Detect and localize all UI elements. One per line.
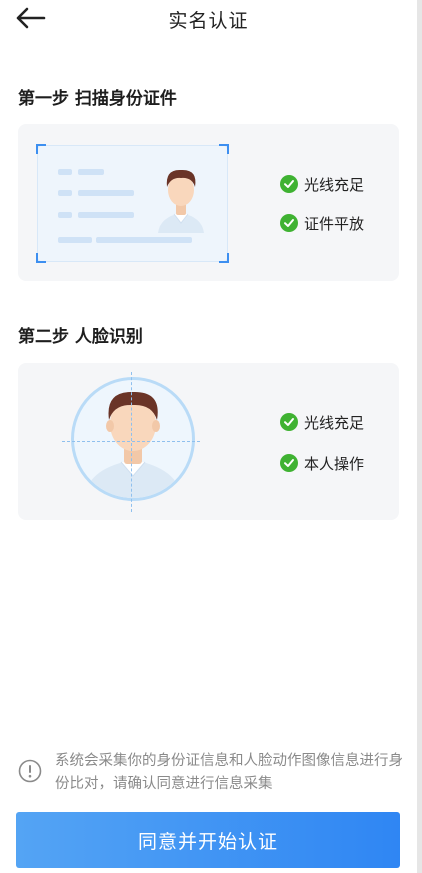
check-circle-icon bbox=[280, 413, 298, 431]
id-card-line bbox=[58, 190, 72, 196]
step1-title: 第一步 扫描身份证件 bbox=[18, 89, 177, 109]
id-card-line bbox=[58, 212, 72, 218]
agree-and-start-button[interactable]: 同意并开始认证 bbox=[16, 812, 400, 868]
face-portrait-icon bbox=[84, 391, 182, 498]
check-circle-icon bbox=[280, 454, 298, 472]
crosshair-vertical bbox=[131, 372, 132, 512]
check-self-operation: 本人操作 bbox=[280, 453, 364, 473]
consent-notice: 系统会采集你的身份证信息和人脸动作图像信息进行身份比对，请确认同意进行信息采集 bbox=[18, 750, 403, 796]
face-frame bbox=[71, 377, 195, 501]
crosshair-horizontal bbox=[62, 441, 200, 442]
id-scan-card: 光线充足 证件平放 bbox=[18, 124, 399, 281]
scrollbar-edge bbox=[417, 0, 422, 873]
check-label: 证件平放 bbox=[304, 214, 365, 233]
id-card-line bbox=[58, 169, 72, 175]
id-card-line bbox=[58, 237, 92, 243]
info-icon bbox=[18, 759, 42, 783]
id-card-line bbox=[78, 212, 134, 218]
notice-text: 系统会采集你的身份证信息和人脸动作图像信息进行身份比对，请确认同意进行信息采集 bbox=[55, 753, 403, 792]
scan-corner-bottom-left bbox=[36, 253, 46, 263]
id-portrait-icon bbox=[158, 169, 204, 233]
check-lighting: 光线充足 bbox=[280, 174, 364, 194]
scan-corner-bottom-right bbox=[219, 253, 229, 263]
check-label: 光线充足 bbox=[304, 413, 365, 432]
scan-corner-top-left bbox=[36, 144, 46, 154]
id-card-illustration bbox=[36, 144, 229, 263]
id-card-line bbox=[78, 169, 104, 175]
check-label: 本人操作 bbox=[304, 454, 365, 473]
scan-corner-top-right bbox=[219, 144, 229, 154]
check-circle-icon bbox=[280, 214, 298, 232]
check-label: 光线充足 bbox=[304, 175, 365, 194]
check-card-flat: 证件平放 bbox=[280, 213, 364, 233]
id-card-line bbox=[96, 237, 192, 243]
header-bar: 实名认证 bbox=[0, 0, 417, 36]
check-circle-icon bbox=[280, 175, 298, 193]
id-card-line bbox=[78, 190, 134, 196]
check-lighting: 光线充足 bbox=[280, 412, 364, 432]
page-title: 实名认证 bbox=[168, 10, 249, 32]
face-scan-card: 光线充足 本人操作 bbox=[18, 363, 399, 520]
step2-title: 第二步 人脸识别 bbox=[18, 327, 143, 347]
